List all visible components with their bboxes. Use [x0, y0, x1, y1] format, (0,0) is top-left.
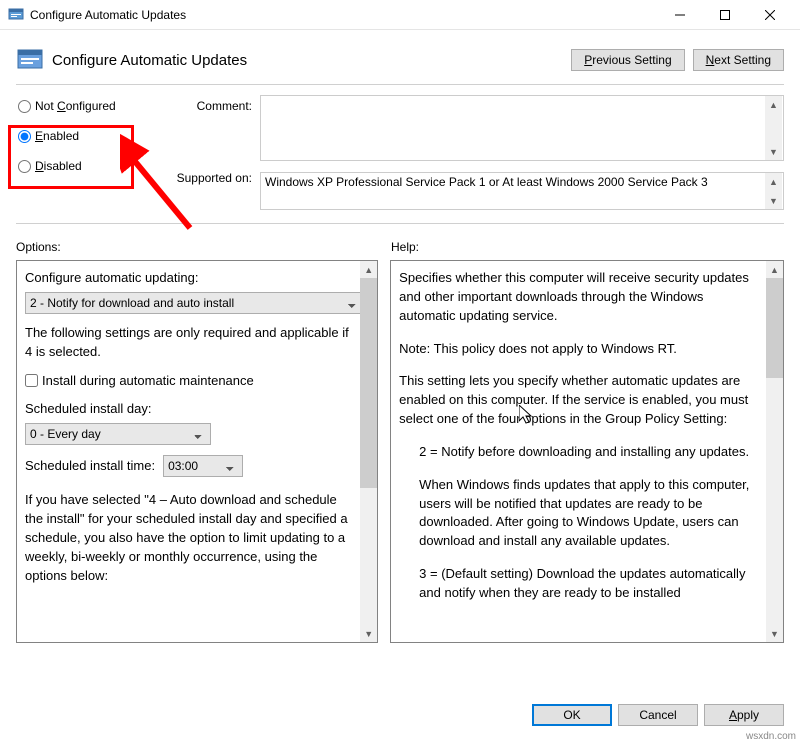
ok-button[interactable]: OK [532, 704, 612, 726]
comment-input[interactable] [260, 95, 784, 161]
help-label: Help: [391, 240, 419, 254]
supported-label: Supported on: [154, 171, 260, 185]
scroll-down-icon: ▼ [766, 625, 783, 642]
divider [16, 223, 784, 224]
cancel-button[interactable]: Cancel [618, 704, 698, 726]
install-day-label: Scheduled install day: [25, 400, 355, 419]
scroll-down-icon: ▼ [360, 625, 377, 642]
close-button[interactable] [747, 0, 792, 29]
options-label: Options: [16, 240, 391, 254]
window-title: Configure Automatic Updates [30, 8, 657, 22]
install-time-label: Scheduled install time: [25, 457, 155, 476]
help-text: 3 = (Default setting) Download the updat… [399, 565, 761, 603]
next-setting-button[interactable]: Next Setting [693, 49, 784, 71]
install-time-select[interactable]: 03:00 [163, 455, 243, 477]
scroll-thumb[interactable] [360, 278, 377, 488]
title-bar: Configure Automatic Updates [0, 0, 800, 30]
watermark: wsxdn.com [746, 731, 796, 742]
scroll-up-icon: ▲ [766, 261, 783, 278]
help-scrollbar[interactable]: ▲ ▼ [766, 261, 783, 642]
options-long-note: If you have selected "4 – Auto download … [25, 491, 355, 585]
install-day-select[interactable]: 0 - Every day [25, 423, 211, 445]
scroll-down-icon: ▼ [765, 143, 782, 160]
scroll-thumb[interactable] [766, 278, 783, 378]
minimize-button[interactable] [657, 0, 702, 29]
help-text: 2 = Notify before downloading and instal… [399, 443, 761, 462]
state-radios: Not Configured Enabled Disabled [16, 95, 154, 173]
options-panel: Configure automatic updating: 2 - Notify… [16, 260, 378, 643]
page-title: Configure Automatic Updates [52, 52, 247, 69]
help-text: Note: This policy does not apply to Wind… [399, 340, 761, 359]
configure-updating-select[interactable]: 2 - Notify for download and auto install [25, 292, 365, 314]
apply-button[interactable]: Apply [704, 704, 784, 726]
scroll-down-icon: ▼ [765, 192, 782, 209]
label-not-configured: Not Configured [35, 99, 116, 113]
label-enabled: Enabled [35, 129, 79, 143]
options-scrollbar[interactable]: ▲ ▼ [360, 261, 377, 642]
app-icon [8, 7, 24, 23]
supported-on-text: Windows XP Professional Service Pack 1 o… [260, 172, 784, 210]
install-maintenance-label: Install during automatic maintenance [42, 372, 254, 391]
help-panel: Specifies whether this computer will rec… [390, 260, 784, 643]
help-text: This setting lets you specify whether au… [399, 372, 761, 429]
policy-icon [16, 46, 44, 74]
help-text: When Windows finds updates that apply to… [399, 476, 761, 551]
radio-enabled[interactable] [18, 130, 31, 143]
install-maintenance-checkbox[interactable] [25, 374, 38, 387]
scroll-up-icon: ▲ [360, 261, 377, 278]
radio-not-configured[interactable] [18, 100, 31, 113]
options-note: The following settings are only required… [25, 324, 355, 362]
comment-label: Comment: [154, 99, 260, 113]
configure-updating-label: Configure automatic updating: [25, 269, 355, 288]
help-text: Specifies whether this computer will rec… [399, 269, 761, 326]
maximize-button[interactable] [702, 0, 747, 29]
divider [16, 84, 784, 85]
scroll-up-icon: ▲ [765, 96, 782, 113]
label-disabled: Disabled [35, 159, 82, 173]
previous-setting-button[interactable]: Previous Setting [571, 49, 684, 71]
radio-disabled[interactable] [18, 160, 31, 173]
scroll-up-icon: ▲ [765, 173, 782, 190]
